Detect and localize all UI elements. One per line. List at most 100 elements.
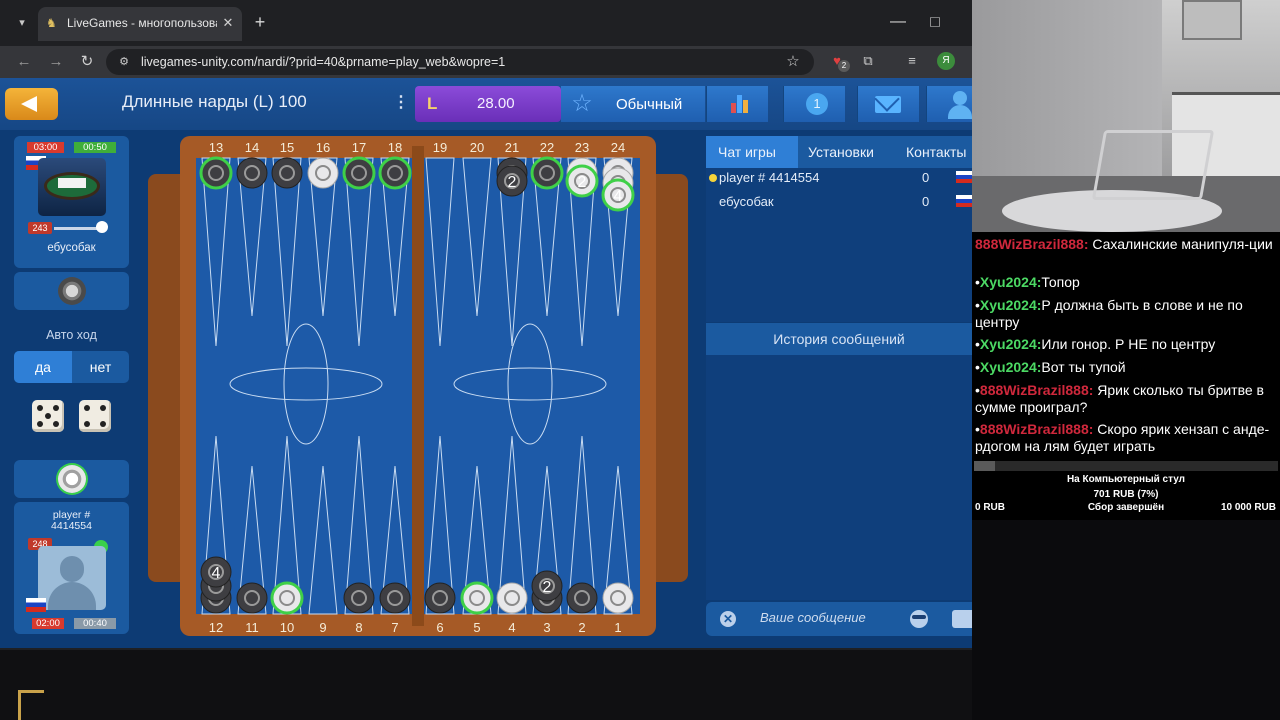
reload-icon[interactable]: ↻ bbox=[77, 52, 97, 72]
bookmark-star-icon[interactable]: ☆ bbox=[784, 53, 802, 71]
opponent-checker-slot bbox=[14, 272, 129, 310]
backgammon-board[interactable]: 13 14 15 16 17 18 19 20 21 22 23 24 12 11 10 9 8 7 6 5 4 3 2 1 2… bbox=[148, 136, 688, 636]
tab-strip: ▾ ♞ LiveGames - многопользовате ✕ + — bbox=[0, 0, 972, 46]
avatar-head-icon bbox=[60, 556, 84, 582]
auto-move-toggle: да нет bbox=[14, 351, 129, 383]
checker[interactable] bbox=[460, 581, 494, 615]
stream-chat-message: •Xyu2024:Р должна быть в слове и не по ц… bbox=[975, 297, 1243, 330]
checker[interactable] bbox=[270, 581, 304, 615]
my-avatar bbox=[38, 546, 106, 610]
tab-settings[interactable]: Установки bbox=[798, 136, 888, 168]
auto-move-no-button[interactable]: нет bbox=[72, 351, 129, 383]
checker[interactable] bbox=[342, 156, 376, 190]
forward-arrow-icon[interactable]: → bbox=[46, 52, 66, 72]
checker[interactable] bbox=[271, 157, 303, 189]
opponent-avatar bbox=[38, 158, 106, 216]
board-left-half bbox=[196, 158, 416, 614]
point-label: 4 bbox=[508, 620, 515, 635]
point-label: 1 bbox=[614, 620, 621, 635]
chat-text: Или гонор. Р НЕ по центру bbox=[1041, 336, 1216, 352]
mail-icon bbox=[875, 96, 901, 113]
extensions-puzzle-icon[interactable]: ⧉ bbox=[859, 52, 877, 70]
mail-button[interactable] bbox=[857, 86, 919, 122]
stream-chat: 888WizBrazil888: Сахалинские манипуля-ци… bbox=[972, 232, 1280, 460]
send-icon[interactable] bbox=[952, 610, 972, 628]
emoji-icon[interactable] bbox=[910, 610, 928, 628]
avatar-body-icon bbox=[48, 582, 96, 610]
stream-chat-message: •888WizBrazil888: Ярик сколько ты бритве… bbox=[975, 382, 1264, 415]
checker[interactable] bbox=[236, 582, 268, 614]
donation-progress-bar bbox=[974, 461, 1278, 471]
close-icon[interactable]: ✕ bbox=[220, 15, 236, 31]
menu-dots-icon[interactable]: ⋮ bbox=[393, 92, 409, 114]
checker[interactable] bbox=[530, 156, 564, 190]
checker[interactable] bbox=[424, 582, 456, 614]
address-bar[interactable]: ⚙ livegames-unity.com/nardi/?prid=40&prn… bbox=[106, 49, 814, 75]
chat-text: Вот ты тупой bbox=[1041, 359, 1126, 375]
checker[interactable] bbox=[307, 157, 339, 189]
chat-player-row[interactable]: ебусобак 0 bbox=[706, 192, 972, 212]
tab-search-icon[interactable]: ▾ bbox=[12, 13, 32, 33]
site-info-icon[interactable]: ⚙ bbox=[116, 54, 132, 70]
die-right[interactable] bbox=[79, 400, 111, 432]
point-label: 5 bbox=[473, 620, 480, 635]
my-checker-slot bbox=[14, 460, 129, 498]
chat-player-row[interactable]: player # 4414554 0 bbox=[706, 168, 972, 188]
coin-icon: L bbox=[427, 94, 438, 113]
my-name-line2: 4414554 bbox=[51, 520, 92, 532]
russia-flag-icon bbox=[26, 598, 46, 612]
chair-frame bbox=[1091, 130, 1215, 200]
coins-balance[interactable]: L 28.00 bbox=[415, 86, 561, 122]
notification-count: 1 bbox=[806, 93, 828, 115]
chat-username: Xyu2024: bbox=[979, 274, 1042, 290]
chat-username: 888WizBrazil888: bbox=[979, 382, 1094, 398]
message-history-header[interactable]: История сообщений bbox=[706, 323, 972, 355]
board-right-half bbox=[420, 158, 640, 614]
game-mode-button[interactable]: ☆ Обычный bbox=[561, 86, 705, 122]
new-tab-button[interactable]: + bbox=[250, 12, 270, 32]
auto-move-yes-button[interactable]: да bbox=[14, 351, 72, 383]
russia-flag-icon bbox=[956, 195, 972, 207]
game-title: Длинные нарды (L) 100 bbox=[122, 92, 307, 111]
checker[interactable] bbox=[566, 582, 598, 614]
profile-avatar[interactable]: Я bbox=[937, 52, 955, 70]
back-arrow-icon[interactable]: ← bbox=[14, 52, 34, 72]
back-button[interactable] bbox=[5, 88, 58, 120]
stack-count: 2 bbox=[543, 579, 552, 596]
checker[interactable] bbox=[199, 156, 233, 190]
minimize-icon[interactable]: — bbox=[888, 12, 908, 32]
stats-button[interactable] bbox=[706, 86, 768, 122]
checker[interactable] bbox=[343, 582, 375, 614]
tab-game-chat[interactable]: Чат игры bbox=[706, 136, 798, 168]
die-left[interactable] bbox=[32, 400, 64, 432]
clear-icon[interactable]: ✕ bbox=[720, 611, 736, 627]
chat-player-name: ебусобак bbox=[719, 194, 774, 209]
notifications-button[interactable]: 1 bbox=[783, 86, 845, 122]
opponent-checker-icon bbox=[58, 277, 86, 305]
checker[interactable] bbox=[496, 582, 528, 614]
tab-contacts[interactable]: Контакты bbox=[896, 136, 972, 168]
maximize-icon[interactable] bbox=[930, 17, 940, 27]
checker[interactable] bbox=[602, 582, 634, 614]
game-header: Длинные нарды (L) 100 ⋮ L 28.00 ☆ Обычны… bbox=[0, 78, 972, 130]
point-label: 20 bbox=[470, 140, 484, 155]
chat-player-score: 0 bbox=[922, 170, 930, 185]
donation-progress-fill bbox=[974, 461, 996, 471]
bar-chart-icon bbox=[729, 95, 751, 113]
donation-goal: На Компьютерный стул 701 RUB (7%) 0 RUB … bbox=[972, 460, 1280, 520]
media-control-icon[interactable]: ≡ bbox=[903, 52, 921, 70]
checker[interactable] bbox=[379, 582, 411, 614]
opponent-card: 03:00 00:50 243 ебусобак bbox=[14, 136, 129, 268]
coin-value: 28.00 bbox=[477, 95, 515, 112]
profile-button[interactable] bbox=[926, 86, 972, 122]
browser-tab[interactable]: ♞ LiveGames - многопользовате ✕ bbox=[38, 7, 242, 41]
board-bar bbox=[412, 146, 424, 626]
url-text: livegames-unity.com/nardi/?prid=40&prnam… bbox=[141, 55, 506, 69]
board-svg[interactable]: 13 14 15 16 17 18 19 20 21 22 23 2412 11 10 9 8 7 6 5 4 3 2 12… bbox=[148, 136, 688, 636]
stack-count: 4 bbox=[614, 188, 623, 205]
checker[interactable] bbox=[378, 156, 412, 190]
point-label: 16 bbox=[316, 140, 330, 155]
extension-icon[interactable]: ♥ 2 bbox=[828, 52, 850, 72]
message-input[interactable]: Ваше сообщение bbox=[760, 610, 890, 625]
checker[interactable] bbox=[236, 157, 268, 189]
